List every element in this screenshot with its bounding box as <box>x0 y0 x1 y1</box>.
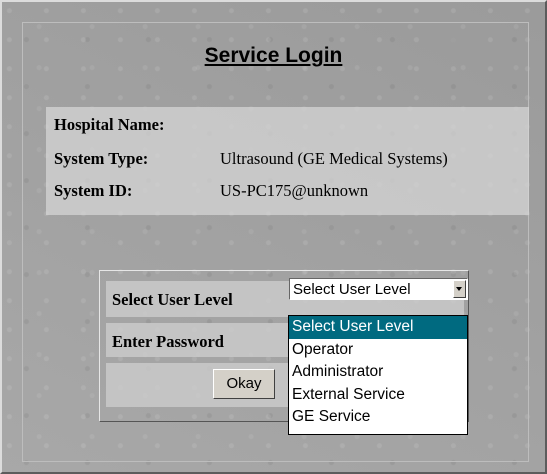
page-title: Service Login <box>204 44 343 67</box>
hospital-name-label: Hospital Name: <box>54 115 165 134</box>
user-level-label: Select User Level <box>112 290 233 309</box>
system-type-label: System Type: <box>54 149 149 168</box>
system-info-table: Hospital Name: System Type: Ultrasound (… <box>46 107 529 215</box>
dropdown-option-select-user-level[interactable]: Select User Level <box>289 316 467 339</box>
okay-button[interactable]: Okay <box>213 369 275 399</box>
password-label: Enter Password <box>112 332 224 351</box>
dropdown-option-operator[interactable]: Operator <box>289 339 467 362</box>
dropdown-option-administrator[interactable]: Administrator <box>289 361 467 384</box>
system-id-label: System ID: <box>54 181 133 200</box>
user-level-select[interactable]: Select User Level <box>289 278 468 300</box>
service-login-panel: Service Login Hospital Name: System Type… <box>0 0 547 474</box>
chevron-down-icon[interactable] <box>453 280 466 298</box>
user-level-select-value: Select User Level <box>293 281 411 298</box>
dropdown-option-external-service[interactable]: External Service <box>289 384 467 407</box>
system-id-value: US-PC175@unknown <box>220 181 369 200</box>
dropdown-option-ge-service[interactable]: GE Service <box>289 406 467 429</box>
system-type-value: Ultrasound (GE Medical Systems) <box>220 149 448 168</box>
user-level-dropdown-list[interactable]: Select User Level Operator Administrator… <box>288 315 468 435</box>
